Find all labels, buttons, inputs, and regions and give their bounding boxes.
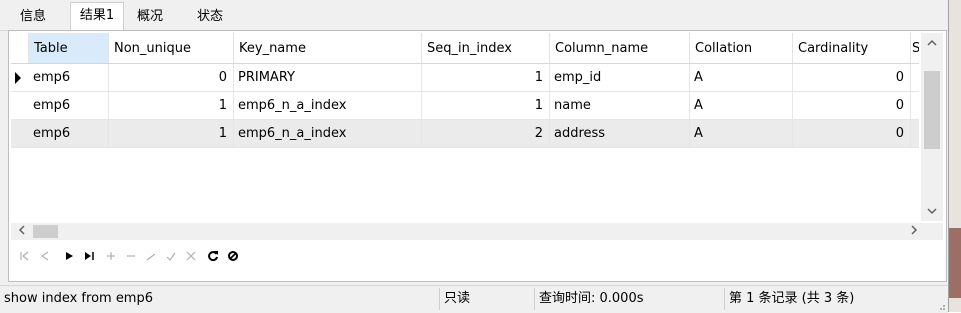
cell-non-unique[interactable]: 0 [109, 64, 234, 91]
table-row[interactable]: emp6 1 emp6_n_a_index 2 address A 0 [11, 120, 919, 148]
cell-column-name[interactable]: emp_id [550, 64, 690, 91]
tab-bar: 信息 结果1 概况 状态 [0, 0, 948, 31]
tab-info[interactable]: 信息 [14, 5, 52, 29]
delete-record-icon[interactable] [123, 250, 139, 266]
last-record-icon[interactable] [81, 250, 97, 266]
row-header[interactable] [11, 64, 29, 91]
vertical-scrollbar[interactable] [921, 33, 943, 221]
result-panel: Table Non_unique Key_name Seq_in_index C… [8, 30, 947, 282]
cell-seq-in-index[interactable]: 2 [422, 120, 550, 147]
stop-icon[interactable] [225, 250, 241, 266]
horizontal-scroll-thumb[interactable] [33, 225, 58, 238]
col-header-non-unique[interactable]: Non_unique [109, 33, 234, 63]
cell-seq-in-index[interactable]: 1 [422, 92, 550, 119]
cell-non-unique[interactable]: 1 [109, 120, 234, 147]
vertical-scroll-thumb[interactable] [924, 71, 940, 149]
resize-grip-icon[interactable] [936, 301, 946, 311]
tab-profile[interactable]: 概况 [130, 5, 170, 29]
cell-non-unique[interactable]: 1 [109, 92, 234, 119]
scroll-left-icon[interactable] [13, 223, 31, 240]
row-header[interactable] [11, 92, 29, 119]
status-record-position: 第 1 条记录 (共 3 条) [729, 291, 855, 306]
prev-record-icon[interactable] [37, 250, 53, 266]
table-row[interactable]: emp6 1 emp6_n_a_index 1 name A 0 [11, 92, 919, 120]
row-header-corner [11, 33, 29, 63]
result-grid: Table Non_unique Key_name Seq_in_index C… [11, 33, 919, 223]
col-header-table[interactable]: Table [29, 33, 109, 63]
tab-status[interactable]: 状态 [190, 5, 230, 29]
tab-result1[interactable]: 结果1 [70, 2, 124, 30]
apply-changes-icon[interactable] [163, 250, 179, 266]
cell-key-name[interactable]: PRIMARY [234, 64, 422, 91]
horizontal-scrollbar[interactable] [11, 223, 943, 240]
col-header-column-name[interactable]: Column_name [550, 33, 690, 63]
cell-column-name[interactable]: address [550, 120, 690, 147]
cell-collation[interactable]: A [690, 92, 793, 119]
next-record-icon[interactable] [61, 250, 77, 266]
cell-collation[interactable]: A [690, 64, 793, 91]
cell-cardinality[interactable]: 0 [793, 120, 911, 147]
cancel-changes-icon[interactable] [183, 250, 199, 266]
record-navigation-toolbar [11, 245, 941, 273]
scroll-up-icon[interactable] [921, 35, 943, 53]
col-header-sub-part[interactable]: S [911, 33, 919, 63]
first-record-icon[interactable] [17, 250, 33, 266]
cell-table[interactable]: emp6 [29, 120, 109, 147]
status-query-time: 查询时间: 0.000s [535, 288, 725, 310]
cell-table[interactable]: emp6 [29, 64, 109, 91]
col-header-seq-in-index[interactable]: Seq_in_index [422, 33, 550, 63]
cell-seq-in-index[interactable]: 1 [422, 64, 550, 91]
cell-key-name[interactable]: emp6_n_a_index [234, 92, 422, 119]
cell-cardinality[interactable]: 0 [793, 92, 911, 119]
status-bar: show index from emp6 只读 查询时间: 0.000s 第 1… [0, 285, 948, 313]
cell-cardinality[interactable]: 0 [793, 64, 911, 91]
refresh-icon[interactable] [205, 250, 221, 266]
current-row-marker-icon [15, 72, 21, 84]
col-header-cardinality[interactable]: Cardinality [793, 33, 911, 63]
row-header[interactable] [11, 120, 29, 147]
status-readonly: 只读 [440, 288, 535, 310]
cell-collation[interactable]: A [690, 120, 793, 147]
cell-key-name[interactable]: emp6_n_a_index [234, 120, 422, 147]
result-window: 信息 结果1 概况 状态 Table Non_unique Key_name S… [0, 0, 949, 313]
cell-table[interactable]: emp6 [29, 92, 109, 119]
grid-header: Table Non_unique Key_name Seq_in_index C… [11, 33, 919, 64]
scroll-down-icon[interactable] [921, 203, 943, 221]
col-header-collation[interactable]: Collation [690, 33, 793, 63]
scroll-right-icon[interactable] [905, 223, 923, 240]
add-record-icon[interactable] [103, 250, 119, 266]
cell-column-name[interactable]: name [550, 92, 690, 119]
edit-record-icon[interactable] [143, 250, 159, 266]
status-query-text: show index from emp6 [0, 288, 440, 310]
table-row[interactable]: emp6 0 PRIMARY 1 emp_id A 0 [11, 64, 919, 92]
col-header-key-name[interactable]: Key_name [234, 33, 422, 63]
